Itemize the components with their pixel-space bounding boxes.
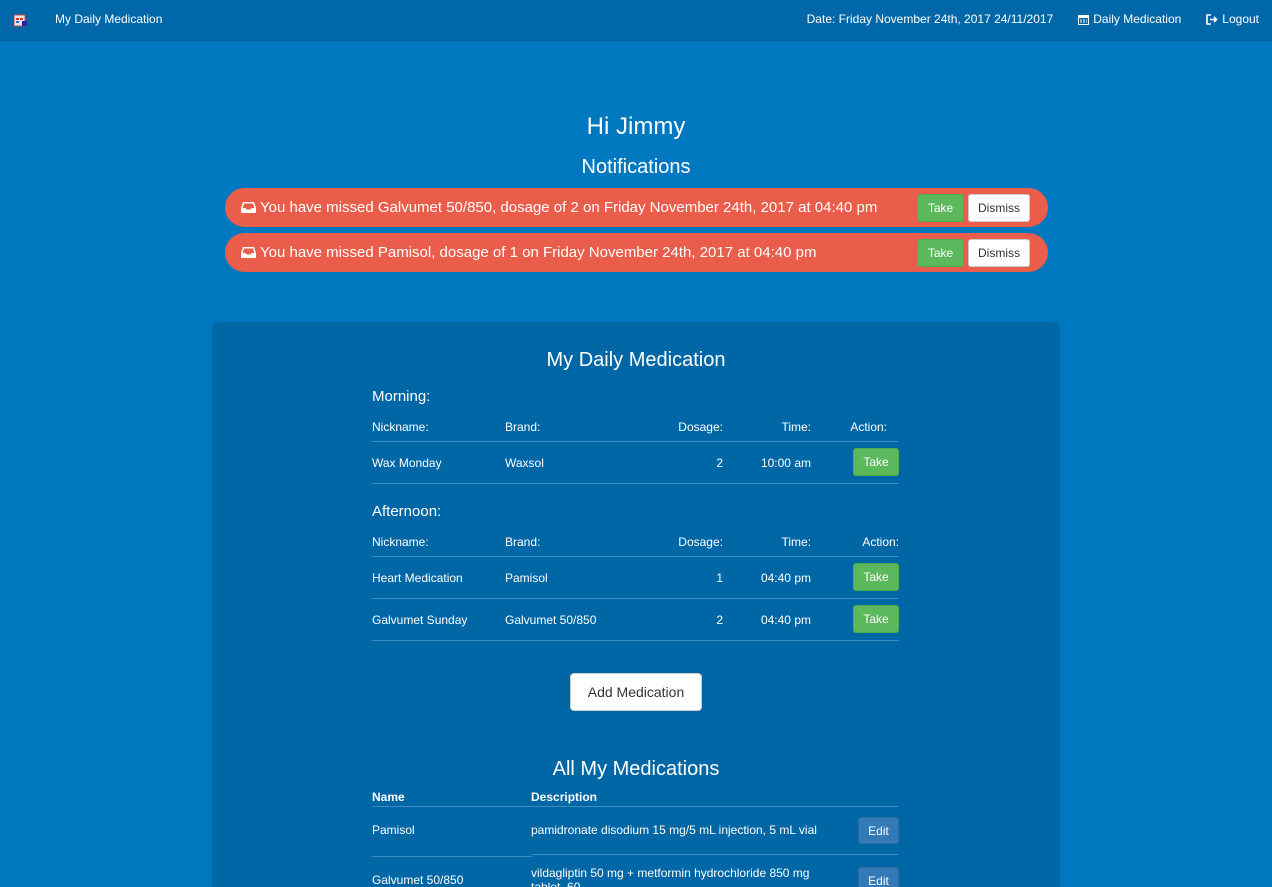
medication-name: Pamisol: [372, 823, 415, 837]
header-action: Action:: [850, 420, 887, 434]
inbox-icon: [241, 247, 256, 258]
header-time: Time:: [781, 420, 811, 434]
nav-date: Date: Friday November 24th, 2017 24/11/2…: [806, 12, 1054, 26]
edit-button[interactable]: Edit: [858, 867, 899, 887]
calendar-icon: [1078, 14, 1090, 25]
take-button[interactable]: Take: [853, 448, 899, 476]
medication-row: Galvumet 50/850 vildagliptin 50 mg + met…: [372, 857, 899, 887]
time-cell: 04:40 pm: [760, 613, 811, 627]
notification-dismiss-button[interactable]: Dismiss: [968, 194, 1030, 222]
notification-take-button[interactable]: Take: [917, 239, 964, 267]
header-dosage: Dosage:: [678, 535, 723, 549]
medication-row: Pamisol pamidronate disodium 15 mg/5 mL …: [372, 807, 899, 857]
inbox-icon: [241, 202, 256, 213]
all-medications-title: All My Medications: [552, 758, 720, 780]
nav-daily-medication-label: Daily Medication: [1093, 12, 1182, 26]
header-time: Time:: [781, 535, 811, 549]
medication-name: Galvumet 50/850: [372, 873, 464, 887]
nav-daily-medication-link[interactable]: Daily Medication: [1078, 12, 1181, 26]
notification-take-button[interactable]: Take: [917, 194, 964, 222]
brand-cell: Pamisol: [505, 571, 548, 585]
notification-dismiss-button[interactable]: Dismiss: [968, 239, 1030, 267]
dosage-cell: 2: [716, 613, 723, 627]
brand-cell: Waxsol: [505, 456, 544, 470]
navbar: My Daily Medication Date: Friday Novembe…: [0, 0, 1272, 41]
header-dosage: Dosage:: [678, 420, 723, 434]
header-nickname: Nickname:: [372, 420, 429, 434]
header-description: Description: [531, 790, 598, 804]
table-row: Heart Medication Pamisol 1 04:40 pm Take: [372, 557, 899, 599]
edit-button[interactable]: Edit: [858, 817, 899, 844]
notification-alert: You have missed Pamisol, dosage of 1 on …: [225, 233, 1048, 272]
app-logo-icon[interactable]: [14, 13, 28, 27]
nickname-cell: Heart Medication: [372, 571, 463, 585]
take-button[interactable]: Take: [853, 605, 899, 633]
time-cell: 04:40 pm: [760, 571, 811, 585]
nav-brand[interactable]: My Daily Medication: [55, 12, 162, 26]
afternoon-label: Afternoon:: [372, 503, 442, 520]
all-medications-header: Name Description: [372, 790, 899, 807]
nav-logout-label: Logout: [1222, 12, 1259, 26]
table-row: Galvumet Sunday Galvumet 50/850 2 04:40 …: [372, 599, 899, 641]
dosage-cell: 2: [716, 456, 723, 470]
header-action: Action:: [862, 535, 899, 549]
morning-table-header: Nickname: Brand: Dosage: Time: Action:: [372, 412, 899, 442]
medication-description: pamidronate disodium 15 mg/5 mL injectio…: [531, 823, 817, 837]
row-divider: [532, 854, 899, 855]
take-button[interactable]: Take: [853, 563, 899, 591]
notification-message-row: You have missed Pamisol, dosage of 1 on …: [241, 244, 816, 261]
nickname-cell: Galvumet Sunday: [372, 613, 468, 627]
notification-text: You have missed Galvumet 50/850, dosage …: [260, 199, 878, 216]
nav-logout-link[interactable]: Logout: [1206, 12, 1259, 26]
morning-label: Morning:: [372, 388, 431, 405]
logout-icon: [1206, 13, 1218, 25]
greeting: Hi Jimmy: [586, 113, 686, 140]
nickname-cell: Wax Monday: [372, 456, 442, 470]
brand-cell: Galvumet 50/850: [505, 613, 597, 627]
notification-message-row: You have missed Galvumet 50/850, dosage …: [241, 199, 877, 216]
dosage-cell: 1: [716, 571, 723, 585]
header-name: Name: [372, 790, 405, 804]
medication-description: vildagliptin 50 mg + metformin hydrochlo…: [531, 866, 810, 887]
afternoon-table-header: Nickname: Brand: Dosage: Time: Action:: [372, 527, 899, 557]
header-brand: Brand:: [505, 535, 541, 549]
time-cell: 10:00 am: [760, 456, 811, 470]
notification-alert: You have missed Galvumet 50/850, dosage …: [225, 188, 1048, 227]
notification-text: You have missed Pamisol, dosage of 1 on …: [260, 244, 817, 261]
add-medication-button[interactable]: Add Medication: [570, 673, 702, 711]
notifications-title: Notifications: [581, 156, 691, 178]
table-row: Wax Monday Waxsol 2 10:00 am Take: [372, 442, 899, 484]
header-nickname: Nickname:: [372, 535, 429, 549]
daily-medication-title: My Daily Medication: [546, 349, 726, 371]
header-brand: Brand:: [505, 420, 541, 434]
